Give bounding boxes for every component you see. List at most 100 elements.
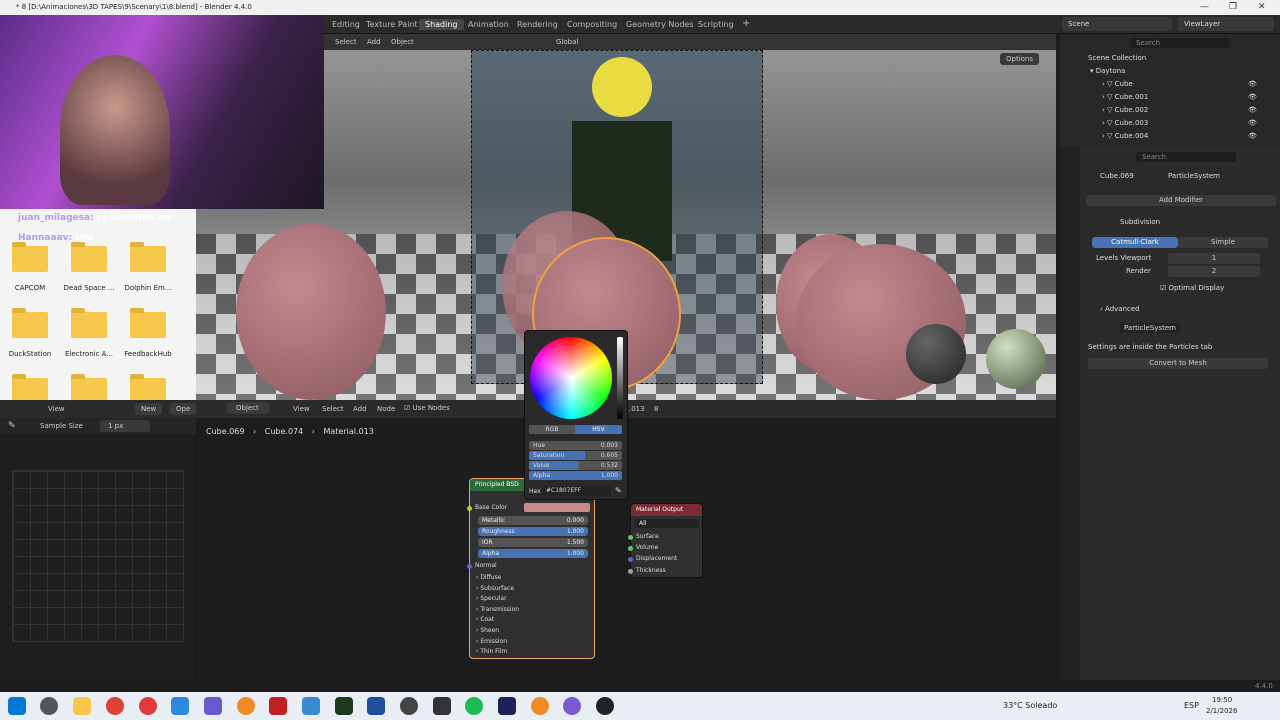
folder-icon[interactable] [71, 308, 107, 338]
blender-icon[interactable] [531, 697, 549, 715]
view-menu[interactable]: View [48, 405, 65, 413]
app-icon[interactable] [269, 697, 287, 715]
chrome-icon[interactable] [106, 697, 124, 715]
color-wheel[interactable] [530, 337, 612, 419]
optimal-display-checkbox[interactable]: ☑ Optimal Display [1160, 284, 1224, 292]
socket[interactable] [467, 564, 472, 569]
hex-field[interactable]: #C1807EFF [543, 486, 611, 496]
scene-collection[interactable]: Scene Collection [1088, 54, 1146, 62]
roughness-field[interactable]: Roughness 1.000 [478, 527, 588, 536]
app-icon[interactable] [204, 697, 222, 715]
obs-icon[interactable] [596, 697, 614, 715]
minimize-icon[interactable]: — [1200, 2, 1209, 12]
tab-texture-paint[interactable]: Texture Paint [360, 19, 424, 30]
node-menu-view[interactable]: View [293, 405, 310, 413]
maximize-icon[interactable]: ❐ [1229, 2, 1237, 12]
rgb-mode-button[interactable]: RGB [529, 425, 575, 434]
levels-viewport-field[interactable]: 1 [1168, 253, 1260, 264]
collection-daytona[interactable]: ▾ Daytona [1090, 67, 1125, 75]
hue-field[interactable]: Hue 0.003 [529, 441, 622, 450]
weather-widget[interactable]: 33°C Soleado [1003, 701, 1057, 710]
folder-icon[interactable] [12, 308, 48, 338]
file-explorer-icon[interactable] [73, 697, 91, 715]
opera-icon[interactable] [139, 697, 157, 715]
value-field[interactable]: Value 0.532 [529, 461, 622, 470]
app-icon[interactable] [400, 697, 418, 715]
clock-time[interactable]: 19:50 [1212, 696, 1232, 704]
edge-icon[interactable] [171, 697, 189, 715]
panel-transmission[interactable]: › Transmission [476, 606, 519, 613]
viewlayer-selector[interactable]: ViewLayer [1178, 17, 1274, 31]
folder-icon[interactable] [130, 242, 166, 272]
viewport-menu-object[interactable]: Object [391, 38, 414, 46]
panel-thin-film[interactable]: › Thin Film [476, 648, 507, 655]
visibility-eye-icon[interactable]: 👁 [1248, 119, 1257, 127]
panel-subsurface[interactable]: › Subsurface [476, 585, 514, 592]
panel-specular[interactable]: › Specular [476, 595, 507, 602]
eyedropper-icon[interactable]: ✎ [8, 421, 16, 431]
outliner-item[interactable]: › ▽ Cube.003 [1102, 119, 1148, 127]
after-effects-icon[interactable] [498, 697, 516, 715]
use-nodes-checkbox[interactable]: ☑ Use Nodes [404, 404, 450, 412]
viewport-menu-select[interactable]: Select [335, 38, 357, 46]
language-indicator[interactable]: ESP [1184, 701, 1199, 710]
blender-icon[interactable] [237, 697, 255, 715]
ior-field[interactable]: IOR 1.500 [478, 538, 588, 547]
folder-icon[interactable] [12, 242, 48, 272]
sample-size-field[interactable]: 1 px [100, 420, 150, 432]
outliner-item[interactable]: › ▽ Cube.002 [1102, 106, 1148, 114]
tab-geometry-nodes[interactable]: Geometry Nodes [620, 19, 699, 30]
tab-animation[interactable]: Animation [462, 19, 515, 30]
socket[interactable] [628, 546, 633, 551]
add-workspace-icon[interactable]: + [736, 17, 756, 30]
alpha-field[interactable]: Alpha 1.000 [529, 471, 622, 480]
windows-start-icon[interactable] [8, 697, 26, 715]
outliner-item[interactable]: › ▽ Cube.004 [1102, 132, 1148, 140]
panel-diffuse[interactable]: › Diffuse [476, 574, 501, 581]
socket[interactable] [467, 506, 472, 511]
clock-date[interactable]: 2/1/2026 [1206, 707, 1237, 715]
outliner-search[interactable]: Search [1130, 38, 1230, 48]
app-icon[interactable] [433, 697, 451, 715]
folder-icon[interactable] [71, 242, 107, 272]
value-slider[interactable] [617, 337, 623, 419]
app-icon[interactable] [367, 697, 385, 715]
simple-button[interactable]: Simple [1178, 237, 1268, 248]
scene-selector[interactable]: Scene [1062, 17, 1172, 31]
advanced-panel[interactable]: › Advanced [1100, 305, 1140, 313]
catmull-clark-button[interactable]: Catmull-Clark [1092, 237, 1178, 248]
viewport-menu-add[interactable]: Add [367, 38, 381, 46]
properties-search[interactable]: Search [1136, 152, 1236, 162]
eyedropper-icon[interactable]: ✎ [615, 486, 622, 495]
mode-dropdown[interactable]: Object [226, 402, 269, 414]
particle-modifier-name[interactable]: ParticleSystem [1120, 323, 1180, 333]
pycharm-icon[interactable] [335, 697, 353, 715]
render-levels-field[interactable]: 2 [1168, 266, 1260, 277]
tab-shading[interactable]: Shading [419, 19, 464, 30]
subdivision-modifier-name[interactable]: Subdivision [1120, 218, 1160, 226]
spotify-icon[interactable] [465, 697, 483, 715]
tab-scripting[interactable]: Scripting [692, 19, 740, 30]
folder-label[interactable]: FeedbackHub [113, 350, 183, 358]
panel-coat[interactable]: › Coat [476, 616, 494, 623]
tab-compositing[interactable]: Compositing [561, 19, 623, 30]
orientation-dropdown[interactable]: Global [556, 38, 578, 46]
outliner-item[interactable]: › ▽ Cube [1102, 80, 1133, 88]
breadcrumb-material[interactable]: Material.013 [324, 427, 374, 436]
add-modifier-button[interactable]: Add Modifier [1086, 195, 1276, 206]
folder-label[interactable]: Dolphin Em... [113, 284, 183, 292]
discord-icon[interactable] [563, 697, 581, 715]
visibility-eye-icon[interactable]: 👁 [1248, 106, 1257, 114]
image-grid[interactable] [12, 470, 184, 642]
new-image-button[interactable]: New [135, 403, 163, 415]
visibility-eye-icon[interactable]: 👁 [1248, 93, 1257, 101]
open-image-button[interactable]: Ope [170, 403, 197, 415]
node-menu-select[interactable]: Select [322, 405, 344, 413]
tab-rendering[interactable]: Rendering [511, 19, 564, 30]
app-icon[interactable] [302, 697, 320, 715]
socket[interactable] [628, 569, 633, 574]
node-menu-add[interactable]: Add [353, 405, 367, 413]
breadcrumb-mesh[interactable]: Cube.074 [265, 427, 303, 436]
node-menu-node[interactable]: Node [377, 405, 395, 413]
folder-icon[interactable] [130, 308, 166, 338]
